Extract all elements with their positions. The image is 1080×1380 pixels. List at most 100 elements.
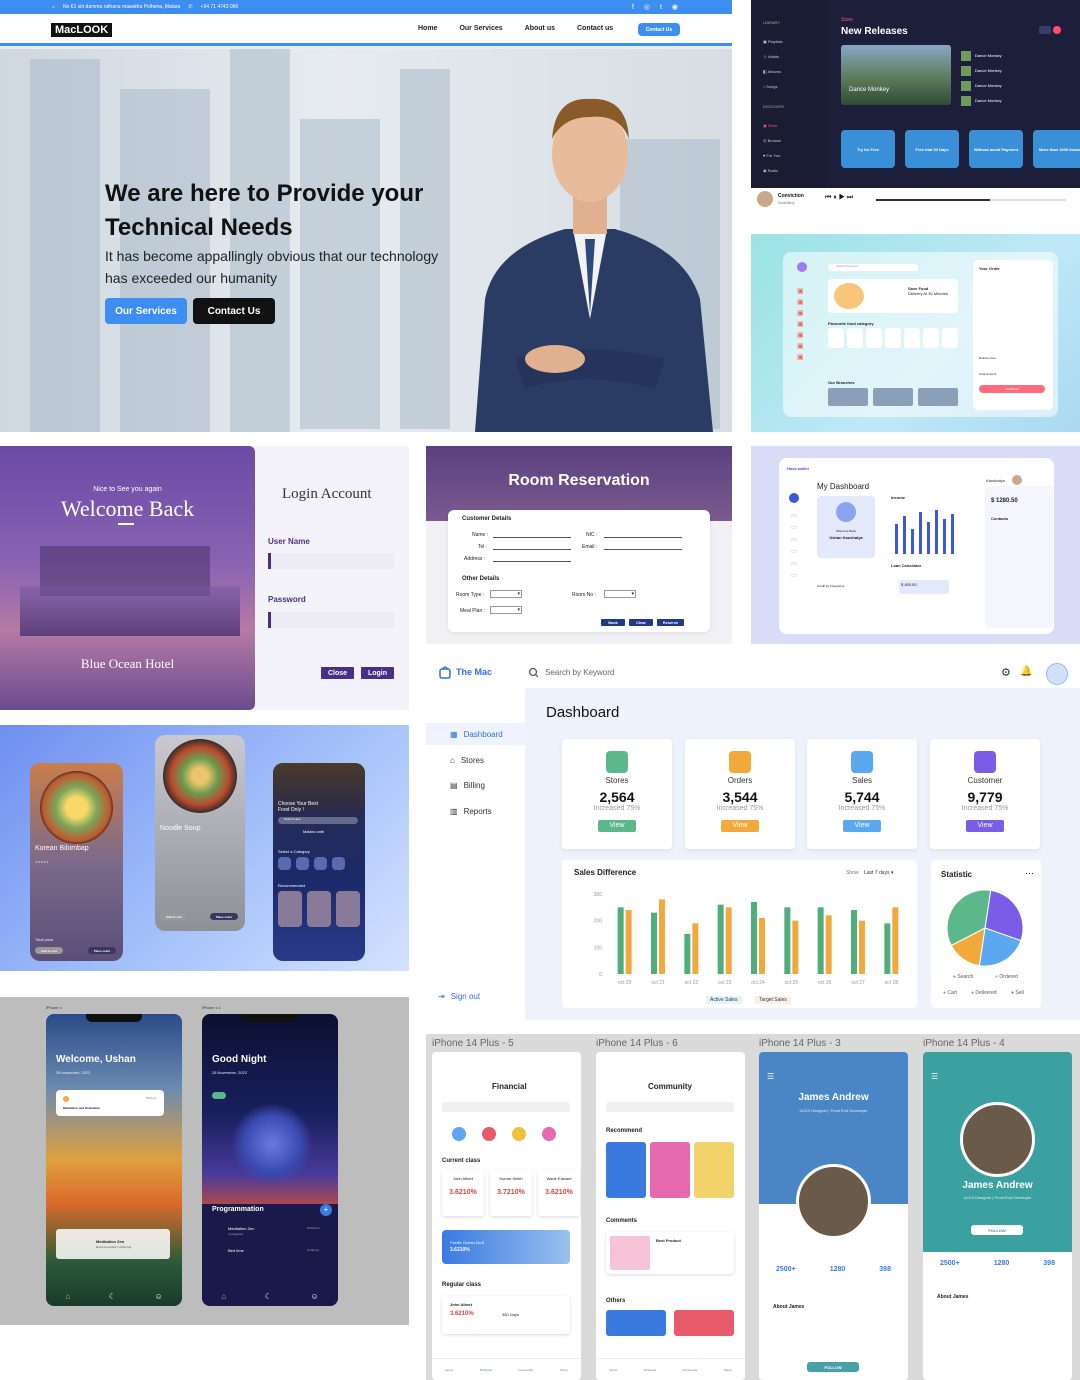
class-card[interactable]: Wade Edward 3.6210% — [538, 1170, 580, 1216]
recommend-cards[interactable] — [606, 1142, 734, 1198]
room-type-select[interactable]: ▾ — [490, 590, 522, 598]
nav-about[interactable]: About us — [525, 25, 555, 32]
place-order-button[interactable]: Place order — [210, 913, 238, 920]
email-input[interactable] — [604, 549, 682, 550]
library-albums[interactable]: ◧ Albums — [763, 64, 783, 79]
regular-class-card[interactable]: John Albert 3.6210% 360 Days — [442, 1296, 570, 1334]
try-free-tile[interactable]: Try for Free — [841, 130, 895, 168]
follow-button[interactable]: FOLLOW — [807, 1362, 859, 1372]
name-input[interactable] — [493, 537, 571, 538]
sidebar-item-billing[interactable]: ▤ Billing — [426, 774, 525, 796]
others-card-blue[interactable] — [606, 1310, 666, 1336]
meditation-zen-card[interactable]: Meditation Zen Recommended in Morning — [56, 1229, 170, 1259]
more-tracks-tile[interactable]: More than 1000 tracks — [1033, 130, 1080, 168]
view-stores-button[interactable]: View — [598, 820, 636, 832]
our-services-button[interactable]: Our Services — [105, 298, 187, 324]
social-icons[interactable]: f ◎ t ◉ — [632, 3, 682, 11]
nav-contact-button[interactable]: Contact Us — [638, 23, 680, 36]
room-no-select[interactable]: ▾ — [604, 590, 636, 598]
mac-brand[interactable]: The Mac — [438, 665, 492, 679]
bottom-nav[interactable]: ⌂ ☾ ☺ — [46, 1286, 182, 1306]
discover-foryou[interactable]: ♥ For You — [763, 148, 781, 163]
featured-album-cover[interactable]: Dance Monkey — [841, 45, 951, 105]
nav-contact[interactable]: Contact us — [577, 25, 613, 32]
financial-quick-icons[interactable] — [452, 1127, 556, 1141]
bell-icon[interactable]: 🔔 — [1020, 666, 1032, 677]
menu-icon[interactable] — [1039, 26, 1051, 34]
meditation-card[interactable]: Meditation and Relaxation 8:00 pm — [56, 1090, 164, 1116]
login-button[interactable]: Login — [361, 667, 394, 679]
address-input[interactable] — [493, 561, 571, 562]
add-to-cart-button[interactable]: Add to cart — [160, 913, 188, 920]
sidebar-home-icon[interactable] — [789, 493, 799, 503]
tel-input[interactable] — [493, 549, 571, 550]
track-item[interactable]: Dance Monkey — [961, 63, 1065, 78]
signout-link[interactable]: ⇥ Sign out — [438, 992, 480, 1001]
maclook-logo[interactable]: MacLOOK — [51, 23, 113, 37]
community-tabbar[interactable]: Home Financial Community Setup — [596, 1358, 745, 1380]
nic-input[interactable] — [604, 537, 682, 538]
others-card-red[interactable] — [674, 1310, 734, 1336]
track-item[interactable]: Dance Monkey — [961, 93, 1065, 108]
view-orders-button[interactable]: View — [721, 820, 759, 832]
contact-us-button[interactable]: Contact Us — [193, 298, 275, 324]
library-artists[interactable]: ☺ Artists — [763, 49, 783, 64]
clear-button[interactable]: Clear — [629, 619, 653, 626]
discover-browse[interactable]: ◎ Browse — [763, 133, 781, 148]
comment-card[interactable]: Best Product — [606, 1232, 734, 1274]
add-to-cart-button[interactable]: Add to cart — [35, 947, 63, 954]
night-toggle[interactable] — [212, 1092, 226, 1099]
class-card[interactable]: Kumar Smith 3.7210% — [490, 1170, 532, 1216]
follow-button[interactable]: FOLLOW — [971, 1225, 1023, 1235]
range-select[interactable]: Last 7 days ▾ — [864, 870, 893, 876]
library-playlists[interactable]: ▣ Playlists — [763, 34, 783, 49]
track-item[interactable]: Dance Monkey — [961, 48, 1065, 63]
discover-store[interactable]: ▣ Store — [763, 118, 781, 133]
track-item[interactable]: Dance Monkey — [961, 78, 1065, 93]
view-customer-button[interactable]: View — [966, 820, 1004, 832]
recommended-list[interactable] — [278, 891, 360, 927]
add-button[interactable]: + — [320, 1204, 332, 1216]
place-order-button[interactable]: Place order — [88, 947, 116, 954]
progress-track[interactable] — [876, 199, 1066, 201]
hamburger-icon[interactable]: ☰ — [767, 1072, 774, 1081]
bottom-nav[interactable]: ⌂ ☾ ☺ — [202, 1286, 338, 1306]
financial-tabbar[interactable]: Home Financial Community Setup — [432, 1358, 581, 1380]
meal-plan-select[interactable]: ▾ — [490, 606, 522, 614]
free-trial-tile[interactable]: Free trial 30 Days — [905, 130, 959, 168]
community-search[interactable] — [606, 1102, 734, 1112]
food-search-input[interactable]: Search Keyword — [828, 264, 918, 271]
back-button[interactable]: Back — [601, 619, 625, 626]
category-list[interactable] — [278, 857, 345, 870]
food-sidebar-icons[interactable]: ▣ ▣ ▣ ▣ ▣ ▣ ▣ — [797, 286, 805, 363]
without-payment-tile[interactable]: Without avoid Payment — [969, 130, 1023, 168]
hamburger-icon[interactable]: ☰ — [931, 1072, 938, 1081]
discover-radio[interactable]: ◉ Radio — [763, 163, 781, 178]
playback-controls[interactable]: ⏮ ⏸ ▶ ⏭ — [825, 194, 853, 202]
reserve-button[interactable]: Reserve — [657, 619, 684, 626]
username-input[interactable] — [268, 553, 394, 569]
close-button[interactable]: Close — [321, 667, 354, 679]
sidebar-item-reports[interactable]: ▥ Reports — [426, 800, 525, 822]
header-avatar[interactable] — [1012, 475, 1022, 485]
play-icon[interactable] — [1053, 26, 1061, 34]
pacific-card[interactable]: Pacific Ocean No.5 3.6210% — [442, 1230, 570, 1264]
view-sales-button[interactable]: View — [843, 820, 881, 832]
sidebar-item-stores[interactable]: ⌂ Stores — [426, 749, 525, 771]
nav-home[interactable]: Home — [418, 25, 437, 32]
menu-search-input[interactable]: Search Here — [278, 817, 358, 824]
nav-services[interactable]: Our Services — [459, 25, 502, 32]
gear-icon[interactable]: ⚙ — [1001, 666, 1011, 679]
library-songs[interactable]: ♪ Songs — [763, 79, 783, 94]
mac-search[interactable]: Search by Keyword — [528, 667, 614, 678]
sidebar-item-dashboard[interactable]: ▦ Dashboard — [426, 723, 525, 745]
wallet-sidebar-icons[interactable]: ▭ ▭ ▭ ▭ ▭ ▭ — [791, 510, 797, 582]
y-tick-label: 200 — [594, 919, 603, 925]
class-card[interactable]: John Albert 3.6210% — [442, 1170, 484, 1216]
user-avatar[interactable] — [1046, 663, 1068, 685]
password-input[interactable] — [268, 612, 394, 628]
financial-search[interactable] — [442, 1102, 570, 1112]
checkout-button[interactable]: Checkout — [979, 385, 1045, 393]
promo-banner[interactable]: Save Food Delivery At 30 Minutes — [828, 279, 958, 313]
more-icon[interactable]: ⋯ — [1025, 868, 1034, 879]
